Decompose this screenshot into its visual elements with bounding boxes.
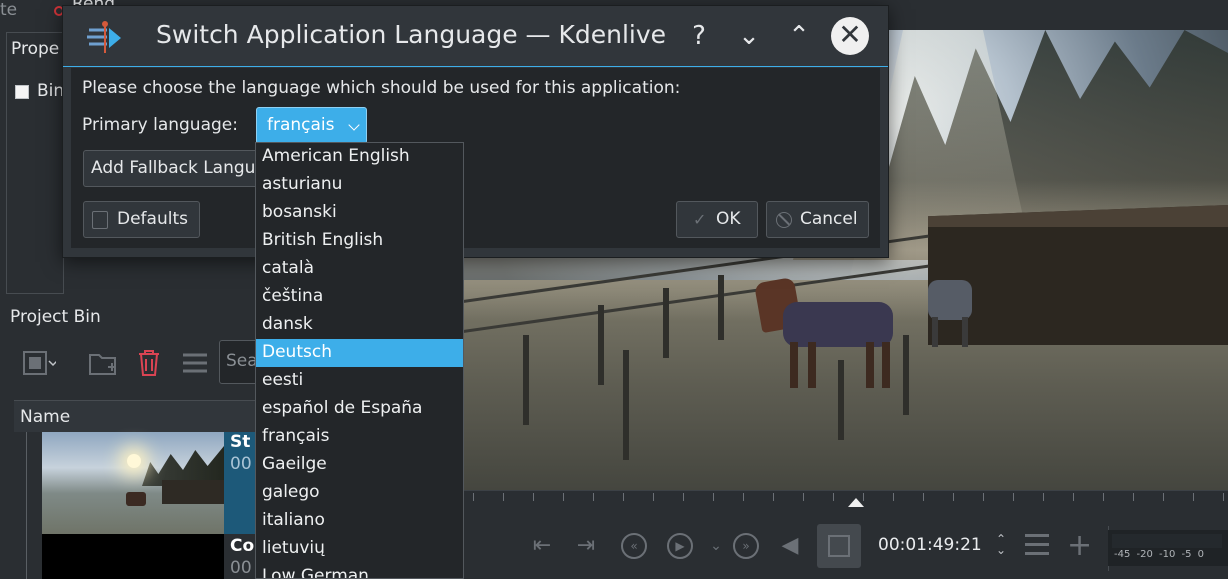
bin-column-header-name[interactable]: Name bbox=[14, 400, 274, 432]
chevron-down-icon bbox=[348, 119, 360, 131]
rewind-icon[interactable]: « bbox=[621, 533, 647, 559]
set-zone-in-icon[interactable]: ⇤ bbox=[529, 533, 555, 559]
delete-icon[interactable] bbox=[136, 349, 164, 377]
primary-language-select[interactable]: français bbox=[256, 107, 367, 144]
dialog-titlebar[interactable]: Switch Application Language — Kdenlive ?… bbox=[63, 6, 888, 67]
cancel-button-label: Cancel bbox=[800, 209, 858, 229]
language-option[interactable]: français bbox=[256, 423, 463, 451]
dialog-prompt: Please choose the language which should … bbox=[82, 78, 681, 98]
bin-checkbox-label: Bin bbox=[37, 81, 65, 101]
properties-panel: Prope Bin bbox=[6, 32, 64, 294]
language-option[interactable]: Low German bbox=[256, 563, 463, 578]
menu-icon[interactable] bbox=[181, 349, 209, 377]
dialog-title: Switch Application Language — Kdenlive bbox=[156, 20, 667, 49]
volume-icon[interactable]: ◀ bbox=[777, 533, 803, 559]
kdenlive-app-icon bbox=[85, 20, 123, 56]
language-dropdown-list[interactable]: American English asturianu bosanski British… bbox=[255, 142, 464, 579]
tree-line bbox=[26, 432, 27, 579]
add-folder-icon[interactable] bbox=[88, 349, 116, 377]
ok-button-label: OK bbox=[716, 209, 741, 229]
ok-button[interactable]: ✓ OK bbox=[676, 201, 758, 238]
primary-language-value: français bbox=[267, 115, 335, 135]
forward-icon[interactable]: » bbox=[733, 533, 759, 559]
horse-image bbox=[918, 265, 978, 350]
timecode-spinner-icon[interactable]: ⌃ ⌄ bbox=[996, 533, 1006, 556]
maximize-button[interactable]: ⌃ bbox=[781, 18, 817, 54]
properties-panel-title: Prope bbox=[11, 39, 60, 59]
chevron-down-icon[interactable]: ⌄ bbox=[703, 533, 729, 559]
add-fallback-language-button[interactable]: Add Fallback Language bbox=[83, 150, 283, 187]
language-option[interactable]: Gaeilge bbox=[256, 451, 463, 479]
project-bin-title: Project Bin bbox=[10, 307, 101, 327]
language-option[interactable]: asturianu bbox=[256, 171, 463, 199]
close-button[interactable]: ✕ bbox=[831, 17, 869, 55]
checkmark-icon: ✓ bbox=[693, 210, 707, 229]
defaults-button[interactable]: Defaults bbox=[83, 201, 200, 238]
play-icon[interactable]: ▶ bbox=[667, 533, 693, 559]
cancel-button[interactable]: Cancel bbox=[766, 201, 869, 238]
horse-image bbox=[753, 276, 903, 390]
audio-level-meter: -45 -20 -10 -5 0 bbox=[1108, 530, 1228, 566]
playhead-marker-icon[interactable] bbox=[848, 498, 864, 507]
timecode-display[interactable]: 00:01:49:21 bbox=[878, 535, 982, 555]
bin-checkbox[interactable] bbox=[15, 85, 29, 99]
language-option[interactable]: català bbox=[256, 255, 463, 283]
language-option[interactable]: lietuvių bbox=[256, 535, 463, 563]
vu-scale-labels: -45 -20 -10 -5 0 bbox=[1114, 549, 1205, 560]
minimize-button[interactable]: ⌄ bbox=[731, 18, 767, 54]
clip-thumbnail bbox=[42, 432, 224, 534]
language-option[interactable]: British English bbox=[256, 227, 463, 255]
dialog-body: Please choose the language which should … bbox=[71, 68, 880, 248]
add-clip-icon[interactable] bbox=[22, 349, 58, 377]
set-zone-out-icon[interactable]: ⇥ bbox=[573, 533, 599, 559]
clip-duration: 00 bbox=[230, 558, 252, 578]
language-option[interactable]: italiano bbox=[256, 507, 463, 535]
clip-name: Co bbox=[230, 536, 255, 556]
language-option[interactable]: dansk bbox=[256, 311, 463, 339]
clip-name: St bbox=[230, 432, 251, 452]
monitor-ruler[interactable] bbox=[463, 490, 1228, 508]
help-button[interactable]: ? bbox=[681, 18, 717, 54]
language-option[interactable]: Deutsch bbox=[256, 339, 463, 367]
restore-defaults-icon bbox=[92, 211, 108, 229]
language-option[interactable]: galego bbox=[256, 479, 463, 507]
primary-language-label: Primary language: bbox=[82, 115, 238, 135]
monitor-transport-bar: ⇤ ⇥ « ▶ ⌄ » ◀ 00:01:49:21 ⌃ ⌄ + -45 -20 -… bbox=[463, 508, 1228, 579]
cancel-icon bbox=[776, 212, 792, 228]
monitor-menu-icon[interactable] bbox=[1025, 534, 1049, 556]
language-option[interactable]: bosanski bbox=[256, 199, 463, 227]
language-option[interactable]: eesti bbox=[256, 367, 463, 395]
language-option[interactable]: čeština bbox=[256, 283, 463, 311]
switch-language-dialog: Switch Application Language — Kdenlive ?… bbox=[62, 5, 889, 258]
language-option[interactable]: español de España bbox=[256, 395, 463, 423]
menu-item-partial[interactable]: te bbox=[0, 0, 17, 20]
list-item[interactable]: Co 00 bbox=[42, 534, 267, 579]
zoom-fit-icon[interactable] bbox=[817, 524, 861, 568]
clip-thumbnail bbox=[42, 534, 224, 579]
language-option[interactable]: American English bbox=[256, 143, 463, 171]
add-icon[interactable]: + bbox=[1067, 528, 1092, 563]
defaults-button-label: Defaults bbox=[117, 209, 188, 229]
list-item[interactable]: St 00 bbox=[42, 432, 267, 534]
clip-duration: 00 bbox=[230, 454, 252, 474]
project-bin-panel: Project Bin Sea Name St 00 Co 00 bbox=[6, 297, 279, 579]
